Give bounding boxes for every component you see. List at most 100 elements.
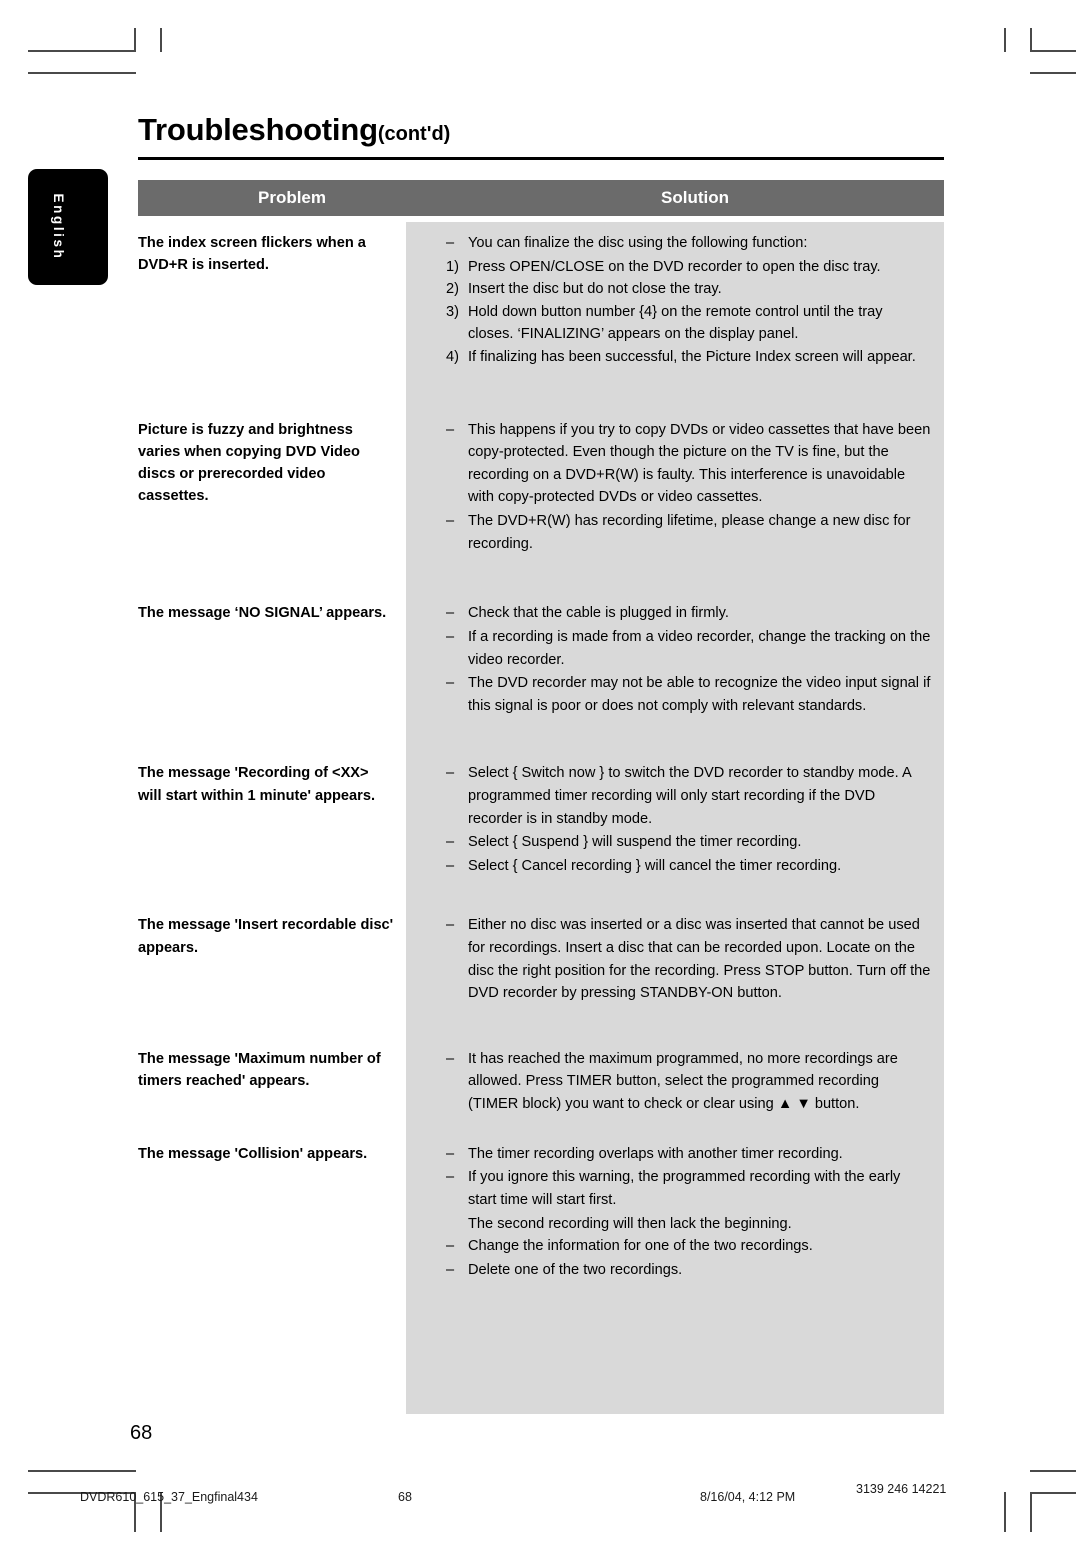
bullet-dash: – [446, 1238, 455, 1255]
solution-bullet: – Change the information for one of the t… [446, 1235, 932, 1258]
row-spacer [138, 1117, 944, 1133]
problem-cell: The index screen flickers when a DVD+R i… [138, 235, 366, 274]
language-tab-label: English [51, 193, 67, 261]
page-title-main: Troubleshooting [138, 112, 378, 147]
crop-mark-top-left-bleed-v [160, 28, 162, 52]
crop-mark-bottom-right-bleed-h [1030, 1470, 1076, 1472]
solution-text: You can finalize the disc using the foll… [468, 235, 808, 251]
solution-text: The DVD recorder may not be able to reco… [468, 675, 931, 714]
solution-text: Insert the disc but do not close the tra… [468, 281, 722, 298]
solution-cell: – It has reached the maximum programmed, … [406, 1038, 944, 1117]
solution-text: If a recording is made from a video reco… [468, 628, 931, 668]
crop-mark-top-right-h [1030, 50, 1076, 52]
bullet-dash: – [446, 1169, 455, 1186]
crop-mark-top-left-bleed-h [28, 72, 136, 74]
solution-bullet: – Select { Switch now } to switch the DVD… [446, 762, 932, 830]
solution-text: Change the information for one of the tw… [468, 1238, 813, 1255]
problem-cell: The message 'Collision' appears. [138, 1145, 368, 1162]
solution-cell: – You can finalize the disc using the fol… [406, 222, 944, 369]
crop-mark-top-right-v [1030, 28, 1032, 52]
bullet-dash: – [446, 917, 455, 934]
bullet-dash: – [446, 834, 455, 851]
solution-text: Delete one of the two recordings. [468, 1261, 683, 1278]
bullet-dash: – [446, 421, 455, 438]
page-number: 68 [130, 1422, 153, 1444]
crop-mark-top-left-v [134, 28, 136, 52]
bullet-dash: – [446, 628, 455, 645]
solution-text: If you ignore this warning, the programm… [468, 1169, 901, 1208]
bullet-dash: – [446, 605, 455, 622]
step-number: 1) [446, 258, 459, 275]
footer-page-number: 68 [398, 1490, 412, 1504]
solution-text: It has reached the maximum programmed, n… [468, 1050, 898, 1113]
column-header-solution: Solution [661, 188, 729, 207]
solution-cell: – This happens if you try to copy DVDs or… [406, 409, 944, 557]
crop-mark-top-right-bleed-v [1004, 28, 1006, 52]
solution-cell: – Select { Switch now } to switch the DVD… [406, 752, 944, 878]
solution-note: The second recording will then lack the … [446, 1213, 932, 1236]
solution-text: If finalizing has been successful, the P… [468, 349, 916, 366]
solution-bullet: – Check that the cable is plugged in firm… [446, 602, 932, 625]
bullet-dash: – [446, 1145, 455, 1162]
bullet-dash: – [446, 675, 455, 692]
table-row: Picture is fuzzy and brightness varies w… [138, 409, 944, 557]
solution-bullet: – The DVD recorder may not be able to rec… [446, 672, 932, 717]
bullet-dash: – [446, 1050, 455, 1067]
column-header-problem: Problem [257, 188, 327, 207]
solution-bullet: – If a recording is made from a video rec… [446, 626, 932, 671]
solution-step: 4) If finalizing has been successful, the… [446, 346, 932, 369]
solution-text: Select { Cancel recording } will cancel … [468, 857, 842, 874]
solution-text: The timer recording overlaps with anothe… [468, 1145, 843, 1162]
bullet-dash: – [446, 765, 455, 782]
solution-bullet: – This happens if you try to copy DVDs or… [446, 419, 932, 509]
page-title-contd: (cont'd) [377, 123, 451, 145]
title-divider [138, 157, 944, 160]
problem-cell: Picture is fuzzy and brightness varies w… [138, 421, 360, 505]
solution-step: 2) Insert the disc but do not close the t… [446, 278, 932, 301]
solution-bullet: – Either no disc was inserted or a disc w… [446, 914, 932, 1004]
language-tab: English [28, 169, 108, 285]
bullet-dash: – [446, 857, 455, 874]
solution-bullet: – You can finalize the disc using the fol… [446, 232, 932, 255]
footer-timestamp: 8/16/04, 4:12 PM [700, 1490, 796, 1504]
solution-bullet: – If you ignore this warning, the program… [446, 1166, 932, 1211]
solution-bullet: – The timer recording overlaps with anoth… [446, 1143, 932, 1166]
solution-cell: – Check that the cable is plugged in firm… [406, 592, 944, 718]
row-spacer [138, 556, 944, 592]
solution-text: Select { Suspend } will suspend the time… [468, 834, 802, 851]
solution-bullet: – Delete one of the two recordings. [446, 1259, 932, 1282]
bullet-dash: – [446, 513, 455, 530]
table-row: The message ‘NO SIGNAL’ appears. – Check t… [138, 592, 944, 718]
row-spacer [138, 1006, 944, 1038]
page-title: Troubleshooting(cont'd) [138, 112, 450, 148]
solution-bullet: – It has reached the maximum programmed, … [446, 1048, 932, 1116]
solution-text: The second recording will then lack the … [468, 1215, 792, 1232]
solution-cell: – The timer recording overlaps with anoth… [406, 1133, 944, 1283]
table-row: The message 'Maximum number of timers re… [138, 1038, 944, 1117]
table-row: The message 'Insert recordable disc' app… [138, 904, 944, 1005]
problem-cell: The message 'Recording of <XX> will star… [138, 765, 376, 804]
problem-cell: The message ‘NO SIGNAL’ appears. [138, 605, 387, 622]
troubleshooting-table: The index screen flickers when a DVD+R i… [138, 222, 944, 1282]
crop-mark-bottom-left-bleed-h [28, 1470, 136, 1472]
table-header: Problem Solution [138, 180, 944, 216]
print-footer: DVDR610_615_37_Engfinal434 68 8/16/04, 4… [0, 1482, 1080, 1512]
footer-file-name: DVDR610_615_37_Engfinal434 [80, 1490, 258, 1504]
problem-cell: The message 'Maximum number of timers re… [138, 1050, 381, 1090]
crop-mark-top-left-h [28, 50, 136, 52]
solution-text: The DVD+R(W) has recording lifetime, ple… [468, 513, 911, 552]
row-spacer [138, 878, 944, 904]
solution-step: 3) Hold down button number {4} on the rem… [446, 301, 932, 346]
footer-document-code: 3139 246 14221 [856, 1482, 947, 1496]
solution-bullet: – Select { Cancel recording } will cancel… [446, 855, 932, 878]
row-spacer [138, 369, 944, 409]
solution-text: Press OPEN/CLOSE on the DVD recorder to … [468, 258, 881, 275]
table-row: The index screen flickers when a DVD+R i… [138, 222, 944, 369]
crop-mark-top-right-bleed-h [1030, 72, 1076, 74]
solution-text: Check that the cable is plugged in firml… [468, 605, 729, 622]
step-number: 4) [446, 349, 459, 366]
solution-text: Hold down button number {4} on the remot… [468, 303, 883, 343]
step-number: 2) [446, 281, 459, 298]
bullet-dash: – [446, 235, 455, 251]
step-number: 3) [446, 303, 459, 320]
